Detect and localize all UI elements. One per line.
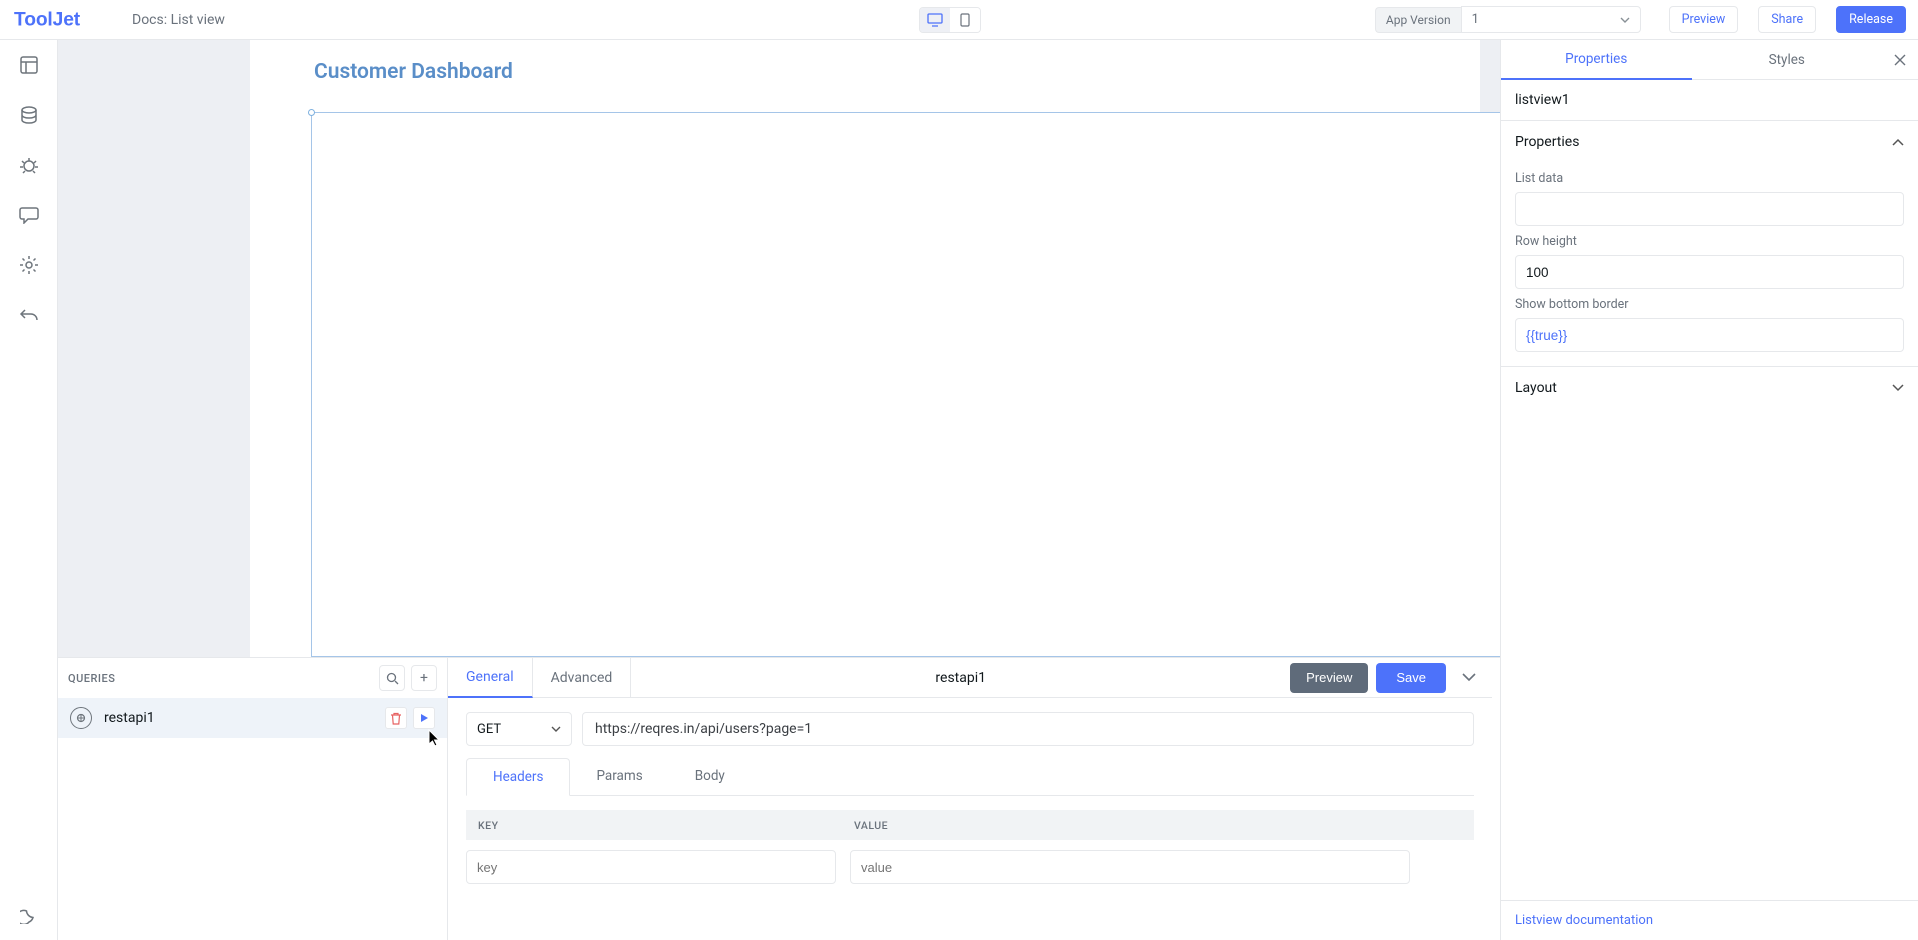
queries-list: QUERIES + restapi1 <box>58 658 448 940</box>
chevron-down-icon <box>1620 17 1630 23</box>
rest-api-icon <box>70 707 92 729</box>
queries-panel: QUERIES + restapi1 <box>58 657 1500 940</box>
canvas[interactable]: Customer Dashboard <box>58 40 1500 657</box>
debug-icon[interactable] <box>18 154 40 176</box>
share-button[interactable]: Share <box>1758 6 1816 33</box>
documentation-link[interactable]: Listview documentation <box>1501 900 1918 940</box>
url-value: https://reqres.in/api/users?page=1 <box>595 721 812 737</box>
tab-general[interactable]: General <box>448 658 533 698</box>
show-border-label: Show bottom border <box>1515 297 1904 312</box>
search-queries-button[interactable] <box>379 665 405 691</box>
run-query-button[interactable] <box>413 707 435 729</box>
settings-icon[interactable] <box>18 254 40 276</box>
inspector-panel: Properties Styles listview1 Properties L… <box>1500 40 1918 940</box>
chevron-down-icon <box>1462 673 1476 682</box>
chevron-down-icon <box>1892 384 1904 392</box>
trash-icon <box>390 712 402 725</box>
app-version-value: 1 <box>1472 12 1479 27</box>
section-layout-label: Layout <box>1515 380 1557 396</box>
dashboard-title[interactable]: Customer Dashboard <box>314 60 513 84</box>
section-layout-header[interactable]: Layout <box>1501 367 1918 409</box>
app-version-label: App Version <box>1375 7 1461 33</box>
component-name[interactable]: listview1 <box>1501 80 1918 120</box>
add-query-button[interactable]: + <box>411 665 437 691</box>
query-preview-button[interactable]: Preview <box>1290 663 1368 693</box>
mobile-toggle[interactable] <box>950 8 980 32</box>
logo[interactable]: ToolJet <box>14 10 118 30</box>
theme-toggle-icon[interactable] <box>18 904 40 926</box>
left-rail <box>0 40 58 940</box>
list-data-label: List data <box>1515 171 1904 186</box>
close-icon <box>1894 54 1906 66</box>
app-version: App Version 1 <box>1375 6 1641 33</box>
app-version-select[interactable]: 1 <box>1461 6 1641 33</box>
http-method-value: GET <box>477 722 501 737</box>
undo-icon[interactable] <box>18 304 40 326</box>
search-icon <box>386 672 399 685</box>
datasource-icon[interactable] <box>18 104 40 126</box>
tab-properties[interactable]: Properties <box>1501 40 1692 80</box>
subtab-params[interactable]: Params <box>570 758 668 795</box>
top-header: ToolJet Docs: List view App Version 1 Pr… <box>0 0 1918 40</box>
list-data-input[interactable] <box>1515 192 1904 226</box>
play-icon <box>419 713 429 723</box>
collapse-query-panel[interactable] <box>1454 663 1484 693</box>
query-item[interactable]: restapi1 <box>58 698 447 738</box>
query-editor: General Advanced restapi1 Preview Save G… <box>448 658 1500 940</box>
delete-query-button[interactable] <box>385 707 407 729</box>
query-save-button[interactable]: Save <box>1376 663 1446 693</box>
svg-text:ToolJet: ToolJet <box>14 10 81 30</box>
device-toggle <box>919 7 981 33</box>
section-properties-label: Properties <box>1515 134 1579 150</box>
row-height-input[interactable] <box>1515 255 1904 289</box>
show-border-input[interactable] <box>1515 318 1904 352</box>
query-name[interactable]: restapi1 <box>631 670 1290 686</box>
inspector-icon[interactable] <box>18 54 40 76</box>
mobile-icon <box>960 13 970 27</box>
logo-icon: ToolJet <box>14 10 118 30</box>
subtab-body[interactable]: Body <box>669 758 751 795</box>
chevron-up-icon <box>1892 138 1904 146</box>
row-height-label: Row height <box>1515 234 1904 249</box>
section-properties-header[interactable]: Properties <box>1501 121 1918 163</box>
kv-value-header: VALUE <box>854 819 888 832</box>
url-input[interactable]: https://reqres.in/api/users?page=1 <box>582 712 1474 746</box>
subtab-headers[interactable]: Headers <box>466 758 570 796</box>
tab-advanced[interactable]: Advanced <box>533 658 632 698</box>
tab-styles[interactable]: Styles <box>1692 40 1883 79</box>
resize-handle[interactable] <box>308 109 315 116</box>
kv-key-header: KEY <box>466 819 854 832</box>
http-method-select[interactable]: GET <box>466 712 572 746</box>
release-button[interactable]: Release <box>1836 6 1906 33</box>
desktop-icon <box>927 13 943 27</box>
queries-label: QUERIES <box>68 672 115 685</box>
kv-header: KEY VALUE <box>466 810 1474 840</box>
page-title: Docs: List view <box>132 12 225 28</box>
query-item-name: restapi1 <box>104 710 373 726</box>
close-inspector-button[interactable] <box>1882 40 1918 79</box>
listview-component[interactable] <box>311 112 1500 657</box>
desktop-toggle[interactable] <box>920 8 950 32</box>
header-value-input[interactable] <box>850 850 1410 884</box>
header-key-input[interactable] <box>466 850 836 884</box>
chevron-down-icon <box>551 726 561 732</box>
comments-icon[interactable] <box>18 204 40 226</box>
preview-button[interactable]: Preview <box>1669 6 1739 33</box>
